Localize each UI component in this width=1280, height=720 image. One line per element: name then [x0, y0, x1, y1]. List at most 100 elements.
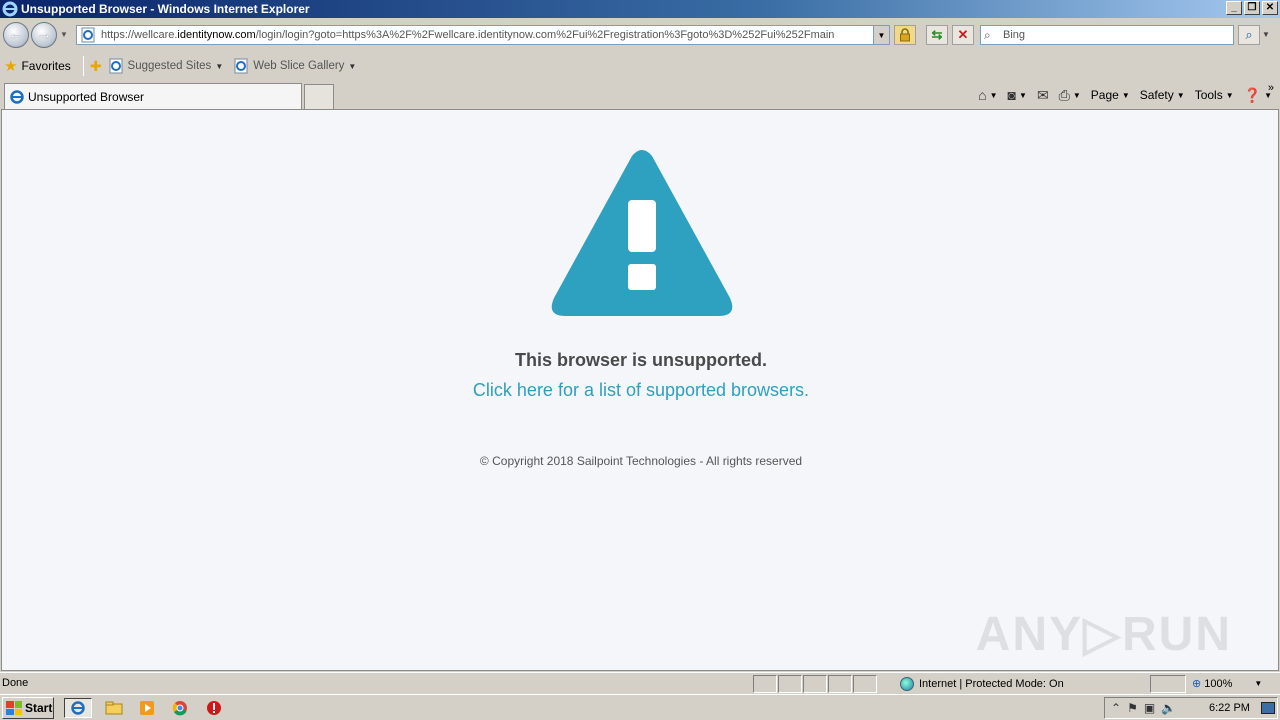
- show-desktop-button[interactable]: [1261, 702, 1275, 714]
- close-window-button[interactable]: ✕: [1262, 1, 1278, 15]
- page-icon: [81, 27, 95, 43]
- page-menu[interactable]: Page ▼: [1091, 88, 1130, 102]
- status-bar: Done Internet | Protected Mode: On ⊕ 100…: [0, 672, 1280, 694]
- volume-icon[interactable]: 🔈: [1161, 701, 1176, 715]
- favorites-separator: [82, 56, 84, 76]
- ie-tab-icon: [10, 89, 24, 104]
- url-host: identitynow.com: [177, 29, 256, 41]
- taskbar-explorer[interactable]: [100, 698, 128, 718]
- start-button[interactable]: Start: [2, 697, 54, 719]
- taskbar: Start ⌃ ⚑ ▣ 🔈 6:22 PM: [0, 694, 1280, 720]
- search-box[interactable]: ⌕ Bing: [980, 25, 1234, 45]
- new-tab-button[interactable]: [304, 84, 334, 109]
- system-tray: ⌃ ⚑ ▣ 🔈 6:22 PM: [1104, 697, 1278, 719]
- zoom-icon: ⊕: [1192, 678, 1202, 690]
- taskbar-chrome[interactable]: [166, 698, 194, 718]
- zone-label: Internet | Protected Mode: On: [919, 678, 1064, 690]
- suggested-sites-item[interactable]: Suggested Sites ▼: [108, 58, 224, 74]
- url-prefix: https://wellcare.: [101, 29, 178, 41]
- search-icon: ⌕: [984, 27, 991, 42]
- chevron-down-icon: ▼: [1254, 679, 1263, 688]
- recent-pages-dropdown[interactable]: ▼: [60, 30, 68, 39]
- mail-icon: ✉: [1036, 86, 1049, 103]
- url-path: /login/login?goto=https%3A%2F%2Fwellcare…: [255, 29, 835, 41]
- tools-menu[interactable]: Tools ▼: [1195, 88, 1234, 102]
- forward-button[interactable]: →: [31, 22, 57, 48]
- security-zone[interactable]: Internet | Protected Mode: On: [900, 675, 1064, 693]
- status-pane: [853, 675, 877, 693]
- security-lock-button[interactable]: [894, 25, 916, 45]
- watermark-logo: ANY▷RUN: [975, 608, 1232, 661]
- home-icon: ⌂: [978, 87, 987, 103]
- status-pane: [778, 675, 802, 693]
- print-button[interactable]: ⎙ ▼: [1059, 87, 1081, 104]
- help-icon: ❓: [1243, 86, 1262, 103]
- chevron-down-icon: ▼: [1072, 90, 1081, 100]
- search-options-dropdown[interactable]: ▼: [1262, 30, 1270, 39]
- search-input[interactable]: Bing: [1003, 29, 1025, 41]
- more-commands-icon[interactable]: »: [1268, 82, 1274, 94]
- clock[interactable]: 6:22 PM: [1209, 702, 1250, 714]
- ie-page-icon: [234, 58, 248, 74]
- safety-menu[interactable]: Safety ▼: [1140, 88, 1185, 102]
- chevron-down-icon: ▼: [1176, 90, 1185, 100]
- stop-button[interactable]: ✕: [952, 25, 974, 45]
- taskbar-alert-app[interactable]: [200, 698, 228, 718]
- status-pane: [828, 675, 852, 693]
- add-to-favorites-icon[interactable]: ✚: [90, 58, 102, 75]
- back-button[interactable]: ←: [3, 22, 29, 48]
- refresh-icon: ⇆: [931, 27, 943, 42]
- search-button[interactable]: ⌕: [1238, 25, 1260, 45]
- address-dropdown-button[interactable]: ▼: [873, 26, 889, 44]
- chrome-icon: [172, 701, 187, 716]
- home-button[interactable]: ⌂ ▼: [978, 87, 997, 103]
- taskbar-media-player[interactable]: [133, 698, 161, 718]
- action-center-flag-icon[interactable]: ⚑: [1127, 701, 1138, 715]
- tab-label: Unsupported Browser: [28, 89, 145, 104]
- media-player-icon: [140, 701, 154, 715]
- lock-icon: [900, 28, 910, 42]
- taskbar-ie[interactable]: [64, 698, 92, 718]
- refresh-button[interactable]: ⇆: [926, 25, 948, 45]
- chevron-down-icon: ▼: [1225, 90, 1234, 100]
- favorites-bar: ★ Favorites ✚ Suggested Sites ▼ Web Slic…: [0, 52, 1280, 80]
- page-menu-label: Page: [1090, 88, 1119, 102]
- favorites-button[interactable]: ★ Favorites: [4, 57, 71, 75]
- protected-mode-pane[interactable]: [1150, 675, 1186, 693]
- restore-button[interactable]: ❐: [1244, 1, 1260, 15]
- chevron-down-icon: ▼: [989, 90, 998, 100]
- magnifier-icon: ⌕: [1245, 27, 1253, 42]
- page-content: This browser is unsupported. Click here …: [1, 109, 1279, 671]
- network-icon[interactable]: ▣: [1144, 701, 1155, 715]
- copyright-text: © Copyright 2018 Sailpoint Technologies …: [479, 454, 803, 468]
- zoom-control[interactable]: ⊕ 100% ▼: [1192, 677, 1263, 691]
- address-bar[interactable]: https://wellcare.identitynow.com/login/l…: [76, 25, 890, 45]
- web-slice-gallery-item[interactable]: Web Slice Gallery ▼: [233, 58, 356, 74]
- chevron-down-icon: ▼: [215, 61, 224, 71]
- ie-page-icon: [109, 58, 123, 74]
- chevron-down-icon: ▼: [1121, 90, 1130, 100]
- ie-icon: [71, 701, 85, 715]
- safety-menu-label: Safety: [1139, 88, 1174, 102]
- read-mail-button[interactable]: ✉: [1037, 87, 1049, 104]
- command-bar: ⌂ ▼ ◙ ▼ ✉ ⎙ ▼ Page ▼ Safety ▼ Tools ▼ ❓ ▼: [968, 84, 1272, 106]
- windows-logo-icon: [6, 701, 22, 715]
- globe-icon: [900, 677, 914, 691]
- address-url[interactable]: https://wellcare.identitynow.com/login/l…: [101, 29, 871, 41]
- unsupported-heading: This browser is unsupported.: [514, 350, 768, 370]
- status-pane: [803, 675, 827, 693]
- warning-triangle-icon: [551, 150, 733, 316]
- title-bar: Unsupported Browser - Windows Internet E…: [0, 0, 1280, 18]
- minimize-button[interactable]: _: [1226, 1, 1242, 15]
- supported-browsers-link[interactable]: Click here for a list of supported brows…: [2, 380, 1280, 401]
- folder-icon: [105, 701, 123, 715]
- status-text: Done: [2, 677, 29, 689]
- start-label: Start: [25, 701, 53, 715]
- tools-menu-label: Tools: [1194, 88, 1223, 102]
- favorites-label: Favorites: [21, 59, 71, 73]
- forward-arrow-icon: →: [36, 26, 52, 43]
- tab-unsupported-browser[interactable]: Unsupported Browser: [4, 83, 302, 109]
- feeds-button[interactable]: ◙ ▼: [1008, 87, 1027, 103]
- stop-sign-icon: [207, 701, 221, 715]
- show-hidden-icons-icon[interactable]: ⌃: [1111, 701, 1121, 715]
